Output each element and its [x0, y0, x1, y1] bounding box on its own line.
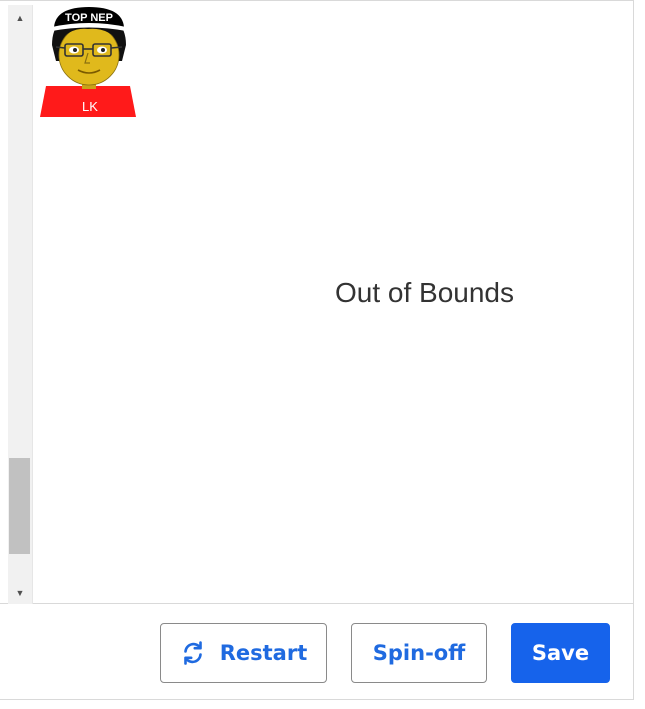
restart-label: Restart [219, 641, 308, 665]
scroll-thumb[interactable] [9, 458, 30, 554]
sprite-cap-text: TOP NEP [65, 12, 113, 24]
spin-off-button[interactable]: Spin-off [351, 623, 487, 683]
action-footer: Restart Spin-off Save [0, 604, 634, 700]
character-sprite[interactable]: LK TOP NEP [38, 5, 138, 119]
scroll-down-arrow[interactable]: ▼ [8, 582, 32, 604]
refresh-icon [183, 641, 202, 665]
stage-canvas[interactable]: ▲ ▼ LK TOP NEP Out of Bounds [0, 0, 634, 604]
save-button[interactable]: Save [511, 623, 610, 683]
spin-off-label: Spin-off [372, 641, 466, 665]
sprite-shirt-text: LK [82, 99, 98, 114]
project-frame: ▲ ▼ LK TOP NEP Out of Bounds Restart Spi… [0, 0, 634, 700]
out-of-bounds-message: Out of Bounds [335, 277, 515, 308]
vertical-scrollbar[interactable]: ▲ ▼ [8, 5, 33, 604]
save-label: Save [531, 641, 590, 665]
scroll-up-arrow[interactable]: ▲ [8, 7, 32, 29]
restart-button[interactable]: Restart [160, 623, 327, 683]
